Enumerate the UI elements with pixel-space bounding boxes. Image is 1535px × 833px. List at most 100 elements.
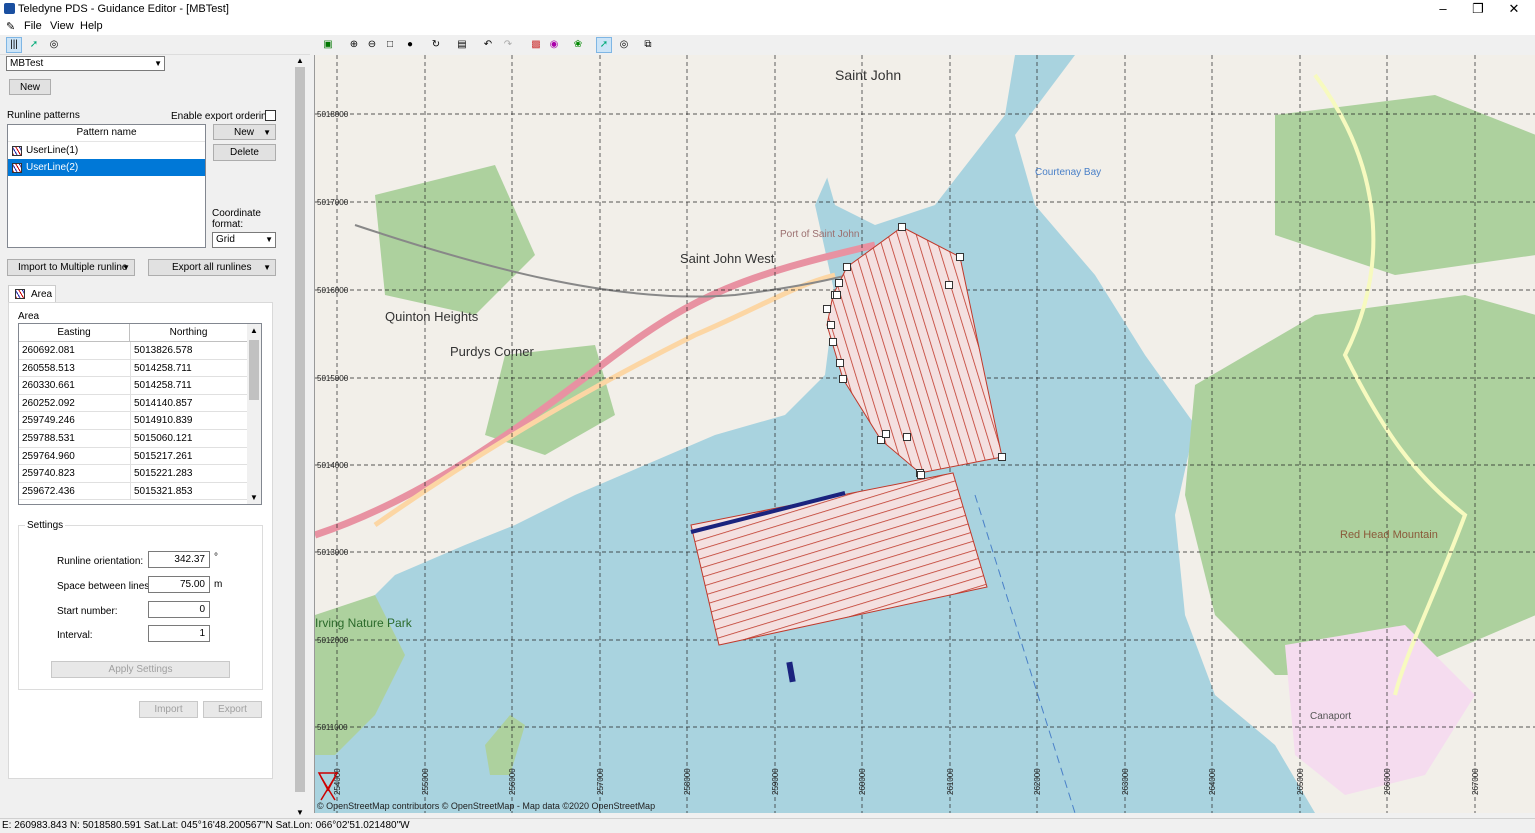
easting-cell[interactable]: 259788.531 [19,430,75,447]
new-pattern-button[interactable]: New ▼ [213,124,276,140]
table-row[interactable]: 260692.081 5013826.578 [19,342,248,360]
easting-cell[interactable]: 260558.513 [19,360,75,377]
export-all-runlines-button[interactable]: Export all runlines ▼ [148,259,276,276]
map-view[interactable]: Saint John Saint John West Quinton Heigh… [314,55,1535,813]
vertex-handle[interactable] [945,281,953,289]
table-row[interactable]: 259749.246 5014910.839 [19,412,248,430]
vertex-handle[interactable] [917,471,925,479]
northing-header[interactable]: Northing [130,324,248,342]
coordinate-format-select[interactable]: Grid ▼ [212,232,276,248]
maximize-button[interactable]: ❐ [1463,0,1493,18]
vertex-handle[interactable] [956,253,964,261]
northing-cell[interactable]: 5015060.121 [130,430,192,447]
project-select[interactable]: MBTest ▼ [6,56,165,71]
apply-settings-button[interactable]: Apply Settings [51,661,230,678]
vertex-handle[interactable] [836,359,844,367]
easting-header[interactable]: Easting [19,324,130,342]
pattern-item-selected[interactable]: UserLine(2) [8,159,205,176]
scroll-up-icon[interactable]: ▲ [250,326,258,335]
easting-cell[interactable]: 260330.661 [19,377,75,394]
pattern-list[interactable]: Pattern name UserLine(1) UserLine(2) [7,124,206,248]
color-icon[interactable]: ❀ [570,37,586,53]
runline-view-icon[interactable]: ||| [6,37,22,53]
map-canvas[interactable]: Saint John Saint John West Quinton Heigh… [315,55,1535,813]
scroll-down-icon[interactable]: ▼ [296,808,304,817]
easting-cell[interactable]: 259764.960 [19,448,75,465]
area-grid[interactable]: Easting Northing 260692.081 5013826.578 26… [18,323,262,505]
northing-cell[interactable]: 5014258.711 [130,359,192,377]
northing-cell[interactable]: 5014258.711 [130,377,192,395]
route-view-icon[interactable]: ➚ [26,37,42,53]
windows-icon[interactable]: ⧉ [640,37,656,53]
export-button[interactable]: Export [203,701,262,718]
zoom-in-icon[interactable]: ⊕ [346,37,362,53]
easting-cell[interactable]: 260252.092 [19,395,75,412]
start-number-field[interactable]: 0 [148,601,210,618]
northing-cell[interactable]: 5015321.853 [130,482,192,500]
zoom-out-icon[interactable]: ⊖ [364,37,380,53]
table-row[interactable]: 259672.436 5015321.853 [19,482,248,501]
northing-cell[interactable]: 5013826.578 [130,342,192,359]
runline-area-2[interactable] [690,472,988,646]
palette-icon[interactable]: ◉ [546,37,562,53]
runline-area-1[interactable] [826,226,1003,474]
easting-cell[interactable]: 259672.436 [19,483,75,500]
table-row[interactable]: 259788.531 5015060.121 [19,430,248,448]
zoom-window-icon[interactable]: □ [382,37,398,53]
table-row[interactable]: 259740.823 5015221.283 [19,465,248,483]
northing-cell[interactable]: 5014910.839 [130,412,192,430]
grid-scroll-thumb[interactable] [249,340,259,400]
chart-icon[interactable]: ▩ [528,37,544,53]
zoom-extent-icon[interactable]: ● [402,37,418,53]
target-icon[interactable]: ◎ [616,37,632,53]
menu-file[interactable]: File [24,20,42,32]
runline-orientation-field[interactable]: 342.37 [148,551,210,568]
selected-marker[interactable] [786,661,796,683]
left-scroll-thumb[interactable] [295,67,305,792]
vertex-handle[interactable] [882,430,890,438]
redo-icon[interactable]: ↷ [500,37,516,53]
vertex-handle[interactable] [829,338,837,346]
import-button[interactable]: Import [139,701,198,718]
minimize-button[interactable]: – [1428,0,1458,18]
layers-icon[interactable]: ▣ [320,37,336,53]
easting-cell[interactable]: 259749.246 [19,412,75,429]
vertex-handle[interactable] [903,433,911,441]
new-project-button[interactable]: New [9,79,51,95]
easting-cell[interactable]: 259740.823 [19,465,75,482]
vertex-handle[interactable] [898,223,906,231]
pattern-item[interactable]: UserLine(1) [8,142,205,159]
enable-export-ordering-checkbox[interactable] [265,110,276,121]
table-row[interactable]: 260558.513 5014258.711 [19,359,248,378]
tab-area[interactable]: Area [8,285,56,303]
vertex-handle[interactable] [843,263,851,271]
northing-cell[interactable]: 5014140.857 [130,394,192,412]
northing-cell[interactable]: 5015217.261 [130,447,192,465]
close-button[interactable]: ✕ [1499,0,1529,18]
menu-view[interactable]: View [50,20,74,32]
measure-icon[interactable]: ▤ [454,37,470,53]
grid-scrollbar[interactable]: ▲ ▼ [247,324,261,504]
undo-icon[interactable]: ↶ [480,37,496,53]
rotate-icon[interactable]: ↻ [428,37,444,53]
vertex-handle[interactable] [823,305,831,313]
northing-cell[interactable]: 5015221.283 [130,465,192,483]
vertex-handle[interactable] [998,453,1006,461]
target-view-icon[interactable]: ◎ [46,37,62,53]
vertex-handle[interactable] [839,375,847,383]
vertex-handle[interactable] [833,291,841,299]
table-row[interactable]: 260330.661 5014258.711 [19,377,248,395]
delete-pattern-button[interactable]: Delete [213,144,276,161]
app-menu-icon[interactable]: ✎ [6,20,18,33]
interval-field[interactable]: 1 [148,625,210,642]
table-row[interactable]: 259764.960 5015217.261 [19,447,248,466]
easting-cell[interactable]: 260692.081 [19,342,75,359]
vertex-handle[interactable] [835,279,843,287]
vertex-handle[interactable] [827,321,835,329]
scroll-up-icon[interactable]: ▲ [296,56,304,65]
import-multiple-runline-button[interactable]: Import to Multiple runline ▼ [7,259,135,276]
scroll-down-icon[interactable]: ▼ [250,493,258,502]
table-row[interactable]: 260252.092 5014140.857 [19,394,248,413]
left-panel-scrollbar[interactable]: ▲ ▼ [293,55,307,818]
space-between-lines-field[interactable]: 75.00 [148,576,210,593]
